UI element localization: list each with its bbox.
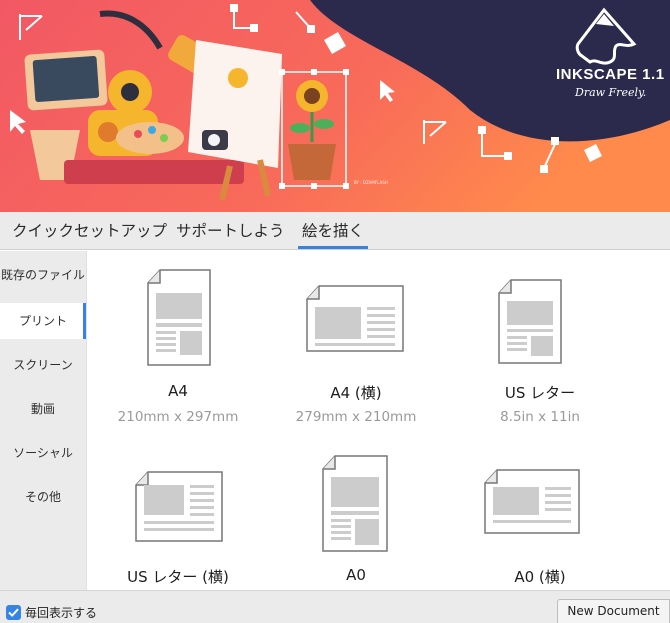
portrait-page-icon <box>322 455 388 552</box>
show-every-time-label[interactable]: 毎回表示する <box>25 604 97 621</box>
template-name: US レター <box>504 384 576 402</box>
landscape-page-icon <box>484 469 580 534</box>
portrait-page-icon <box>147 269 211 366</box>
sidebar-item-screen[interactable]: スクリーン <box>0 347 86 383</box>
template-size: 210mm x 297mm <box>117 409 239 425</box>
template-name: A4 <box>168 382 188 400</box>
footer-bar: 毎回表示する New Document <box>0 590 670 623</box>
template-a0-landscape[interactable]: A0 (横) <box>455 447 625 590</box>
template-size: 279mm x 210mm <box>295 409 417 425</box>
artist-credit: BY : DZAMFLASH <box>354 180 388 185</box>
logo-tagline: Draw Freely. <box>575 86 647 99</box>
landscape-page-icon <box>306 285 404 352</box>
template-size: 8.5in x 11in <box>500 409 580 425</box>
show-every-time-checkbox[interactable] <box>6 605 21 620</box>
splash-banner: INKSCAPE 1.1 Draw Freely. BY : DZAMFLASH <box>0 0 670 212</box>
template-name: A4 (横) <box>330 384 382 402</box>
template-us-letter[interactable]: US レター 8.5in x 11in <box>455 265 625 425</box>
template-grid: A4 210mm x 297mm A4 (横) 279mm x 210mm US… <box>86 251 670 590</box>
template-name: A0 <box>346 566 366 584</box>
template-name: A0 (横) <box>514 568 566 586</box>
sidebar-item-social[interactable]: ソーシャル <box>0 435 86 471</box>
tab-bar: クイックセットアップ サポートしよう 絵を描く <box>0 212 670 250</box>
tab-draw[interactable]: 絵を描く <box>297 212 369 250</box>
portrait-page-icon <box>498 279 562 364</box>
template-us-letter-landscape[interactable]: US レター (横) <box>93 447 263 590</box>
template-a4-landscape[interactable]: A4 (横) 279mm x 210mm <box>271 265 441 425</box>
sidebar-item-video[interactable]: 動画 <box>0 391 86 427</box>
landscape-page-icon <box>135 471 223 542</box>
sidebar-item-existing-files[interactable]: 既存のファイル <box>0 257 86 293</box>
template-a4[interactable]: A4 210mm x 297mm <box>93 265 263 425</box>
logo-text: INKSCAPE 1.1 <box>556 66 665 83</box>
category-sidebar: 既存のファイル プリント スクリーン 動画 ソーシャル その他 <box>0 251 86 590</box>
sidebar-item-print[interactable]: プリント <box>0 303 86 339</box>
template-a0[interactable]: A0 <box>271 447 441 590</box>
template-name: US レター (横) <box>127 568 229 586</box>
tab-support[interactable]: サポートしよう <box>176 212 285 250</box>
sidebar-item-other[interactable]: その他 <box>0 479 86 515</box>
tab-quick-setup[interactable]: クイックセットアップ <box>12 212 167 250</box>
checkmark-icon <box>8 608 19 617</box>
new-document-button[interactable]: New Document <box>557 599 670 623</box>
